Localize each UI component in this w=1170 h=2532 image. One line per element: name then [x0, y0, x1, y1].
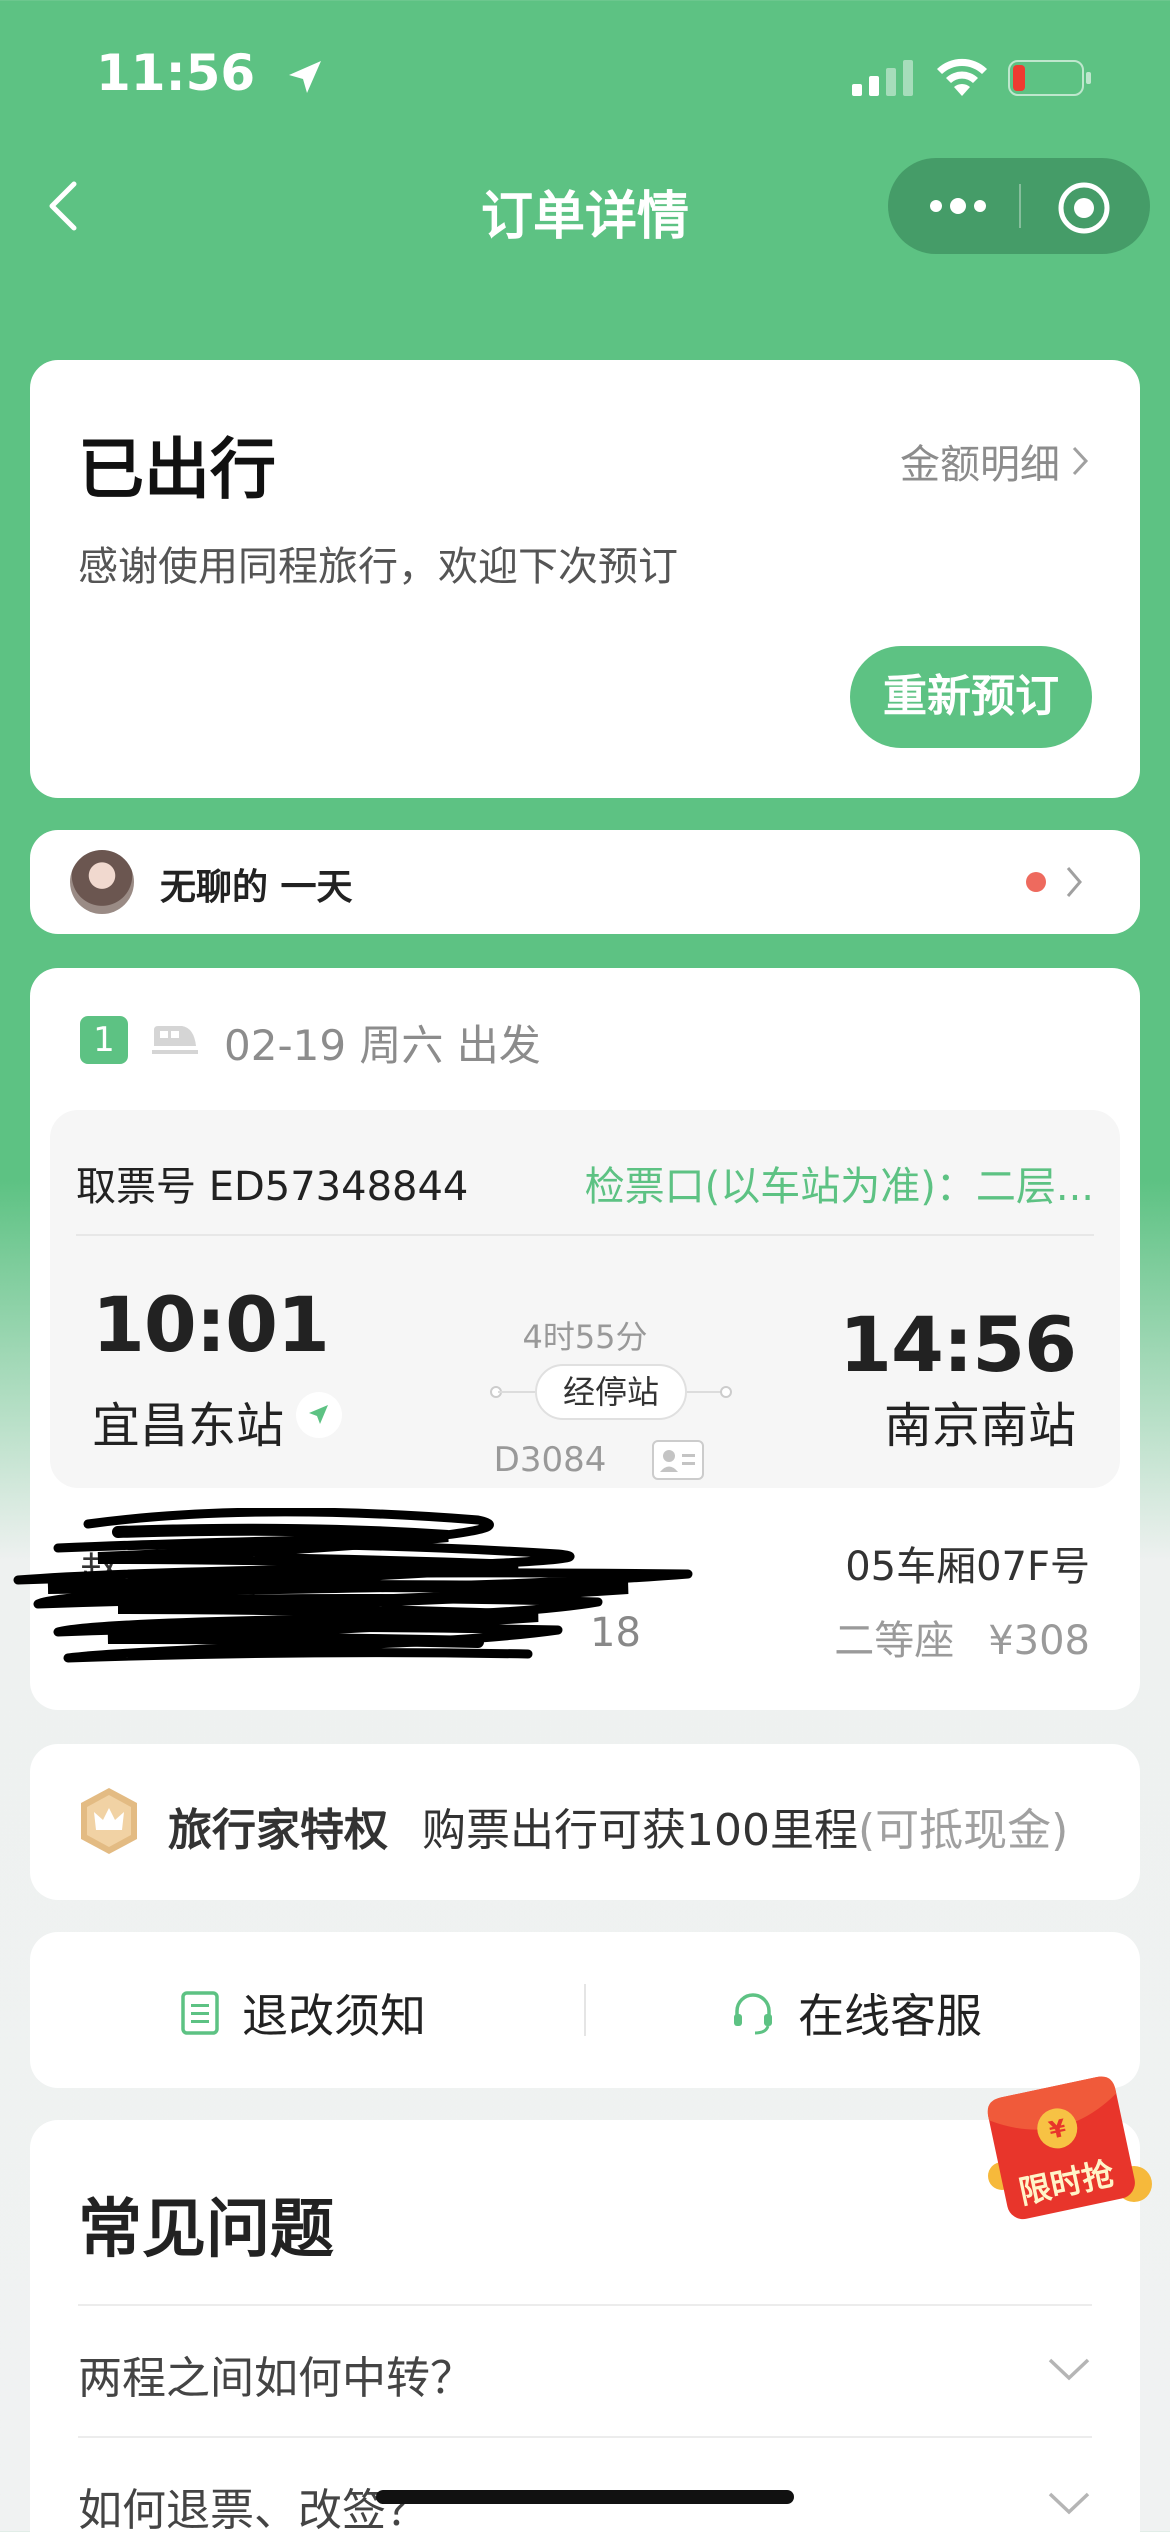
privilege-title: 旅行家特权 — [168, 1805, 388, 1856]
crown-badge-icon — [81, 1788, 137, 1854]
location-arrow-icon — [288, 60, 321, 93]
stops-button[interactable]: 经停站 — [535, 1364, 687, 1420]
divider — [78, 2304, 1092, 2306]
close-target-icon[interactable] — [1056, 180, 1112, 236]
arrival-time: 14:56 — [839, 1300, 1077, 1389]
refund-rules-label: 退改须知 — [242, 1989, 426, 2043]
seat-class: 二等座 — [834, 1618, 955, 1664]
chevron-right-icon — [1066, 867, 1082, 897]
trip-date: 02-19 周六 出发 — [224, 1021, 541, 1070]
pickup-number: 取票号 ED57348844 — [76, 1164, 469, 1210]
amount-detail-label: 金额明细 — [900, 442, 1060, 488]
route-line — [498, 1391, 535, 1393]
user-name: 无聊的 一天 — [160, 867, 353, 908]
navigation-arrow-icon — [309, 1405, 328, 1424]
online-service-label: 在线客服 — [798, 1989, 982, 2043]
navigate-badge[interactable] — [296, 1392, 342, 1438]
id-card-icon — [652, 1440, 704, 1480]
status-time: 11:56 — [96, 44, 325, 102]
notification-dot — [1026, 872, 1046, 892]
order-status-title: 已出行 — [78, 431, 276, 508]
battery-low-icon — [1008, 60, 1091, 96]
online-service-button[interactable]: 在线客服 — [730, 1980, 982, 2046]
divider — [584, 1984, 586, 2036]
headset-icon — [734, 1993, 772, 2035]
wifi-icon — [937, 58, 987, 96]
divider — [76, 1234, 1094, 1236]
route-line — [687, 1391, 724, 1393]
faq-item[interactable]: 两程之间如何中转？ — [78, 2342, 474, 2406]
ticket-price: ¥308 — [988, 1618, 1090, 1664]
capsule-divider — [1019, 184, 1021, 228]
amount-detail-link[interactable]: 金额明细 — [900, 432, 1090, 490]
route-dot — [720, 1386, 732, 1398]
divider — [78, 2436, 1092, 2438]
trip-card: 1 02-19 周六 出发 取票号 ED57348844 检票口(以车站为准)：… — [13, 968, 1140, 1710]
chevron-right-icon — [1072, 446, 1089, 476]
mini-program-capsule — [888, 158, 1150, 254]
more-icon[interactable] — [926, 184, 990, 228]
avatar — [70, 850, 134, 914]
trip-index-badge: 1 — [80, 1016, 128, 1064]
privilege-card[interactable]: 旅行家特权 购票出行可获100里程(可抵现金) — [30, 1744, 1140, 1900]
refund-rules-button[interactable]: 退改须知 — [180, 1980, 426, 2046]
train-icon — [152, 1026, 198, 1054]
redaction-scribble — [13, 1508, 693, 1663]
rebook-button[interactable]: 重新预订 — [850, 646, 1092, 748]
action-card: 退改须知 在线客服 — [30, 1932, 1140, 2088]
gate-info[interactable]: 检票口(以车站为准)：二层... — [585, 1154, 1094, 1212]
arrival-station: 南京南站 — [883, 1398, 1076, 1454]
document-icon — [181, 1991, 219, 2035]
home-indicator — [376, 2490, 794, 2504]
user-row[interactable]: 无聊的 一天 — [30, 830, 1140, 934]
cellular-signal-icon — [852, 60, 913, 96]
order-status-card: 已出行 金额明细 感谢使用同程旅行，欢迎下次预订 重新预订 — [30, 360, 1140, 798]
chevron-down-icon[interactable] — [1046, 2356, 1092, 2382]
faq-item[interactable]: 如何退票、改签？ — [78, 2474, 430, 2532]
ticket-panel: 取票号 ED57348844 检票口(以车站为准)：二层... 10:01 宜昌… — [50, 1110, 1120, 1488]
faq-title: 常见问题 — [78, 2193, 334, 2267]
red-packet-promo[interactable]: ¥ 限时抢 — [966, 2066, 1156, 2226]
order-status-subtitle: 感谢使用同程旅行，欢迎下次预订 — [78, 544, 678, 590]
chevron-down-icon[interactable] — [1046, 2490, 1092, 2516]
seat-number: 05车厢07F号 — [845, 1544, 1090, 1590]
seat-class-price: 二等座 ¥308 — [834, 1608, 1090, 1666]
privilege-desc: 购票出行可获100里程(可抵现金) — [422, 1805, 1069, 1856]
